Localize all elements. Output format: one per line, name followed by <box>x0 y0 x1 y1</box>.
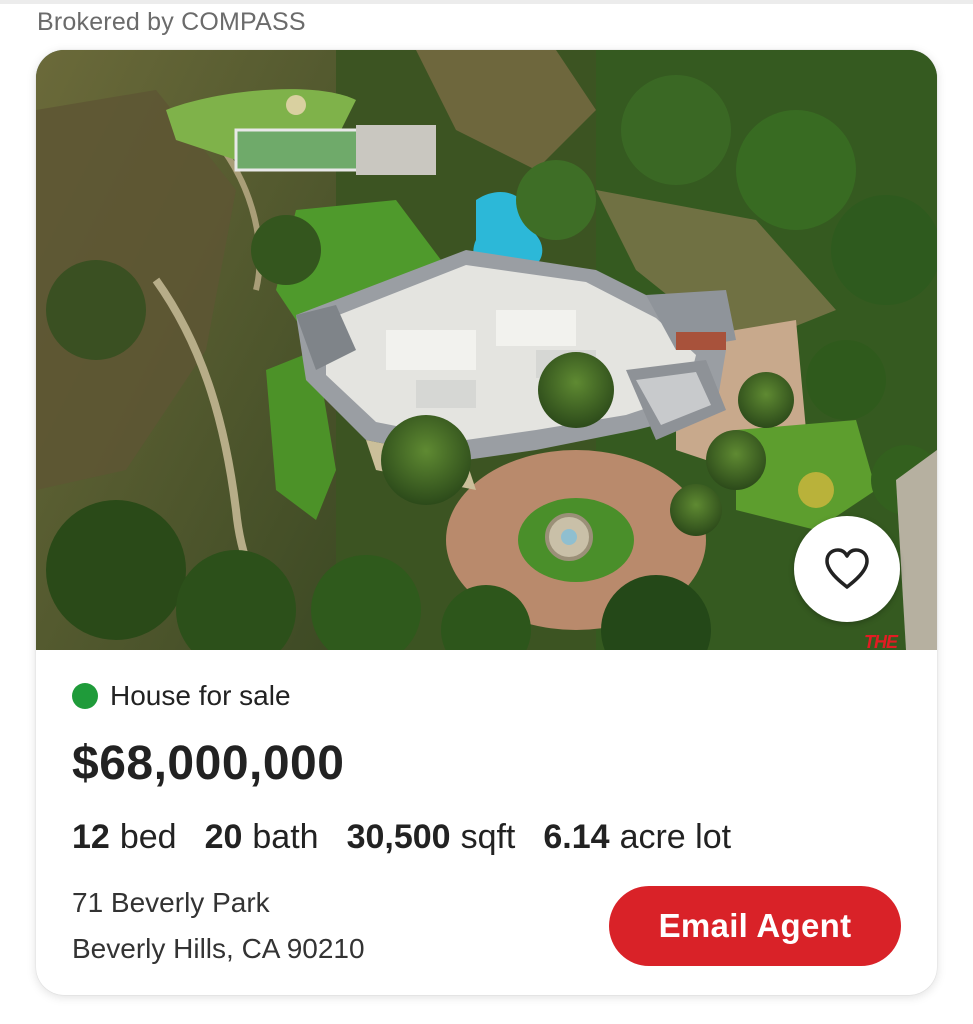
spec-unit: bath <box>252 818 319 856</box>
address-street: 71 Beverly Park <box>72 887 270 918</box>
top-divider <box>0 0 973 4</box>
listing-address[interactable]: 71 Beverly Park Beverly Hills, CA 90210 <box>72 880 365 972</box>
spec-sqft: 30,500 sqft <box>347 818 516 857</box>
spec-baths: 20 bath <box>205 818 319 857</box>
address-city: Beverly Hills, CA 90210 <box>72 933 365 964</box>
listing-specs: 12 bed 20 bath 30,500 sqft 6.14 acre lot <box>72 818 759 857</box>
spec-value: 12 <box>72 818 110 856</box>
image-watermark: THE <box>864 632 898 652</box>
listing-card[interactable]: THE House for sale $68,000,000 12 bed 20… <box>36 50 937 995</box>
status-dot-icon <box>72 683 98 709</box>
spec-value: 6.14 <box>543 818 610 856</box>
spec-lot: 6.14 acre lot <box>543 818 731 857</box>
heart-icon <box>825 548 869 589</box>
spec-value: 30,500 <box>346 818 451 856</box>
email-agent-button[interactable]: Email Agent <box>609 886 901 966</box>
listing-price: $68,000,000 <box>72 737 345 790</box>
spec-beds: 12 bed <box>72 818 177 857</box>
spec-value: 20 <box>204 818 243 856</box>
listing-status: House for sale <box>72 680 291 712</box>
favorite-button[interactable] <box>794 516 900 622</box>
spec-unit: bed <box>119 818 177 856</box>
spec-unit: sqft <box>460 818 516 856</box>
broker-label: Brokered by COMPASS <box>37 8 306 36</box>
status-label: House for sale <box>110 680 291 711</box>
spec-unit: acre lot <box>619 818 732 856</box>
